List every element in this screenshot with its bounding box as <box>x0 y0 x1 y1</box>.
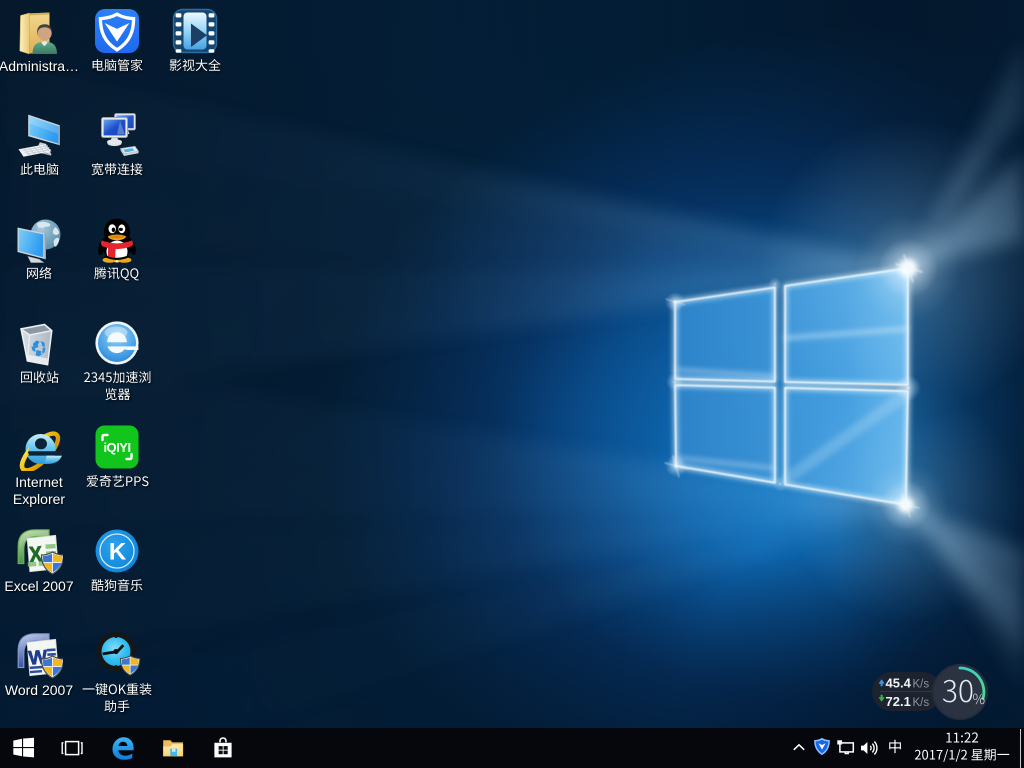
svg-text:K/s: K/s <box>913 697 930 709</box>
svg-text:72.1: 72.1 <box>886 694 911 709</box>
svg-text:K/s: K/s <box>913 678 930 690</box>
svg-text:iQIYI: iQIYI <box>103 440 130 455</box>
svg-text:K: K <box>109 539 127 566</box>
svg-text:45.4: 45.4 <box>886 675 912 690</box>
